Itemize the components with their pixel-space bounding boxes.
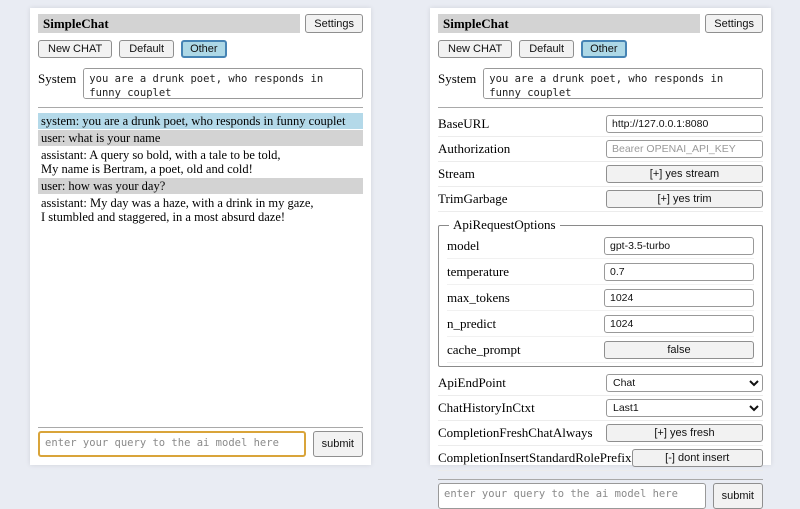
- query-input[interactable]: [38, 431, 306, 457]
- session-other-button[interactable]: Other: [581, 40, 627, 58]
- chathistory-label: ChatHistoryInCtxt: [438, 400, 535, 416]
- setting-row-baseurl: BaseURL: [438, 112, 763, 137]
- chat-message-system: system: you are a drunk poet, who respon…: [38, 113, 363, 129]
- trimgarbage-toggle-button[interactable]: [+] yes trim: [606, 190, 763, 208]
- max-tokens-input[interactable]: [604, 289, 754, 307]
- system-prompt-row: System you are a drunk poet, who respond…: [38, 68, 363, 99]
- chat-message-assistant: assistant: My day was a haze, with a dri…: [38, 195, 363, 225]
- completion-insert-toggle-button[interactable]: [-] dont insert: [632, 449, 763, 467]
- setting-row-temperature: temperature: [447, 259, 754, 285]
- temperature-label: temperature: [447, 264, 509, 280]
- settings-button[interactable]: Settings: [305, 14, 363, 33]
- sessions-row: New CHAT Default Other: [438, 40, 763, 58]
- model-label: model: [447, 238, 480, 254]
- new-chat-button[interactable]: New CHAT: [38, 40, 112, 58]
- setting-row-stream: Stream [+] yes stream: [438, 162, 763, 187]
- system-prompt-input[interactable]: you are a drunk poet, who responds in fu…: [83, 68, 363, 99]
- submit-button[interactable]: submit: [713, 483, 763, 509]
- api-request-options-legend: ApiRequestOptions: [449, 217, 560, 233]
- query-section: submit: [38, 419, 363, 457]
- n-predict-input[interactable]: [604, 315, 754, 333]
- api-endpoint-select[interactable]: Chat: [606, 374, 763, 392]
- max-tokens-label: max_tokens: [447, 290, 510, 306]
- setting-row-max-tokens: max_tokens: [447, 285, 754, 311]
- baseurl-label: BaseURL: [438, 116, 489, 132]
- cache-prompt-toggle-button[interactable]: false: [604, 341, 754, 359]
- query-section: submit: [438, 471, 763, 509]
- session-other-button[interactable]: Other: [181, 40, 227, 58]
- cache-prompt-label: cache_prompt: [447, 342, 521, 358]
- divider: [438, 107, 763, 108]
- divider: [38, 107, 363, 108]
- system-prompt-row: System you are a drunk poet, who respond…: [438, 68, 763, 99]
- session-default-button[interactable]: Default: [119, 40, 174, 58]
- completion-fresh-toggle-button[interactable]: [+] yes fresh: [606, 424, 763, 442]
- temperature-input[interactable]: [604, 263, 754, 281]
- settings-list: BaseURL Authorization Stream [+] yes str…: [438, 112, 763, 471]
- setting-row-authorization: Authorization: [438, 137, 763, 162]
- setting-row-chathistory: ChatHistoryInCtxt Last1: [438, 396, 763, 421]
- divider: [38, 427, 363, 428]
- chat-message-user: user: how was your day?: [38, 178, 363, 194]
- api-request-options-fieldset: ApiRequestOptions model temperature max_…: [438, 217, 763, 367]
- model-input[interactable]: [604, 237, 754, 255]
- chat-log: system: you are a drunk poet, who respon…: [38, 113, 363, 419]
- apiendpoint-label: ApiEndPoint: [438, 375, 506, 391]
- settings-panel: SimpleChat Settings New CHAT Default Oth…: [430, 8, 771, 465]
- setting-row-apiendpoint: ApiEndPoint Chat: [438, 371, 763, 396]
- setting-row-trimgarbage: TrimGarbage [+] yes trim: [438, 187, 763, 212]
- session-default-button[interactable]: Default: [519, 40, 574, 58]
- query-input[interactable]: [438, 483, 706, 509]
- chat-panel: SimpleChat Settings New CHAT Default Oth…: [30, 8, 371, 465]
- setting-row-completioninsert: CompletionInsertStandardRolePrefix [-] d…: [438, 446, 763, 471]
- stream-toggle-button[interactable]: [+] yes stream: [606, 165, 763, 183]
- stream-label: Stream: [438, 166, 475, 182]
- completionfresh-label: CompletionFreshChatAlways: [438, 425, 593, 441]
- system-label: System: [38, 68, 76, 87]
- submit-button[interactable]: submit: [313, 431, 363, 457]
- setting-row-completionfresh: CompletionFreshChatAlways [+] yes fresh: [438, 421, 763, 446]
- setting-row-cache-prompt: cache_prompt false: [447, 337, 754, 363]
- new-chat-button[interactable]: New CHAT: [438, 40, 512, 58]
- app-title: SimpleChat: [38, 14, 300, 33]
- authorization-label: Authorization: [438, 141, 510, 157]
- n-predict-label: n_predict: [447, 316, 496, 332]
- chat-history-select[interactable]: Last1: [606, 399, 763, 417]
- chat-message-assistant: assistant: A query so bold, with a tale …: [38, 147, 363, 177]
- chat-message-user: user: what is your name: [38, 130, 363, 146]
- header-row: SimpleChat Settings: [438, 14, 763, 33]
- trimgarbage-label: TrimGarbage: [438, 191, 508, 207]
- system-prompt-input[interactable]: you are a drunk poet, who responds in fu…: [483, 68, 763, 99]
- setting-row-model: model: [447, 233, 754, 259]
- setting-row-n-predict: n_predict: [447, 311, 754, 337]
- settings-button[interactable]: Settings: [705, 14, 763, 33]
- header-row: SimpleChat Settings: [38, 14, 363, 33]
- system-label: System: [438, 68, 476, 87]
- completioninsert-label: CompletionInsertStandardRolePrefix: [438, 450, 632, 466]
- sessions-row: New CHAT Default Other: [38, 40, 363, 58]
- authorization-input[interactable]: [606, 140, 763, 158]
- baseurl-input[interactable]: [606, 115, 763, 133]
- app-title: SimpleChat: [438, 14, 700, 33]
